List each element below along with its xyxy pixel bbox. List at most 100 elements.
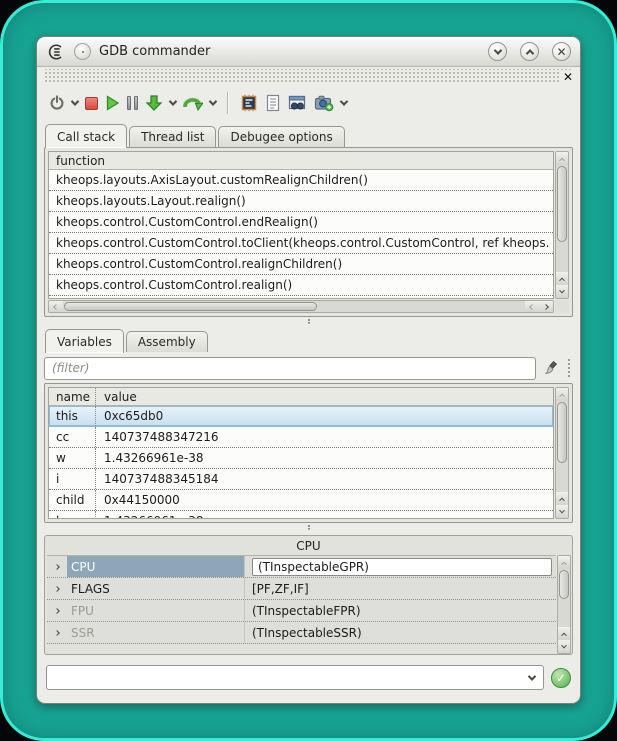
chevron-down-icon xyxy=(559,287,565,293)
register-value-editor[interactable]: (TInspectableGPR) xyxy=(252,558,552,576)
cpu-groupbox: CPU CPU (TInspectableGPR) FLAGS [PF,ZF,I… xyxy=(44,535,573,655)
cpu-group-title: CPU xyxy=(45,536,572,555)
callstack-row[interactable]: kheops.control.CustomControl.realign() xyxy=(49,275,553,296)
inspect-icon xyxy=(314,94,334,112)
run-button[interactable] xyxy=(105,91,120,115)
stop-button[interactable] xyxy=(85,91,98,115)
dock-drag-handle[interactable]: ✕ xyxy=(44,69,573,84)
titlebar[interactable]: GDB commander ✕ xyxy=(37,37,580,67)
scroll-up-button[interactable] xyxy=(556,272,568,285)
stop-icon xyxy=(85,97,98,110)
variables-table[interactable]: name value this 0xc65db0 cc 140737488347… xyxy=(48,387,554,519)
disassembly-button[interactable] xyxy=(265,91,281,115)
horizontal-splitter[interactable] xyxy=(37,523,580,532)
clear-filter-button[interactable] xyxy=(541,357,563,379)
cpu-tree-row[interactable]: CPU (TInspectableGPR) xyxy=(47,556,556,578)
filter-input[interactable] xyxy=(44,357,536,380)
callstack-horizontal-scrollbar[interactable] xyxy=(48,300,554,313)
cpu-tree-row[interactable]: FLAGS [PF,ZF,IF] xyxy=(47,578,556,600)
callstack-list[interactable]: function kheops.layouts.AxisLayout.custo… xyxy=(48,151,554,299)
scroll-left-button[interactable] xyxy=(525,301,539,312)
variables-vertical-scrollbar[interactable] xyxy=(555,387,569,519)
callstack-vertical-scrollbar[interactable] xyxy=(555,151,569,299)
cpu-tree-row[interactable]: SSR (TInspectableSSR) xyxy=(47,622,556,644)
column-header-name[interactable]: name xyxy=(49,388,96,405)
variable-row[interactable]: h 1.43266961e-38 xyxy=(49,511,553,519)
variable-row[interactable]: this 0xc65db0 xyxy=(49,406,553,427)
chevron-up-icon xyxy=(561,561,567,567)
callstack-row[interactable]: kheops.control.CustomControl.endRealign(… xyxy=(49,212,553,233)
command-combobox[interactable] xyxy=(46,665,544,690)
cpu-tree-row[interactable]: FPU (TInspectableFPR) xyxy=(47,600,556,622)
callstack-row[interactable]: kheops.control.CustomControl.toClient(kh… xyxy=(49,233,553,254)
scroll-up-button[interactable] xyxy=(556,388,568,401)
power-button[interactable] xyxy=(49,91,65,115)
scrollbar-thumb[interactable] xyxy=(64,302,317,311)
watches-button[interactable] xyxy=(288,91,307,115)
chevron-down-icon xyxy=(528,672,536,680)
scrollbar-thumb[interactable] xyxy=(559,570,569,599)
app-logo-icon xyxy=(46,42,66,62)
scroll-down-button[interactable] xyxy=(556,285,568,298)
chevron-up-icon xyxy=(559,277,565,283)
step-over-dropdown-button[interactable] xyxy=(210,91,216,115)
variable-row[interactable]: w 1.43266961e-38 xyxy=(49,448,553,469)
expand-button[interactable] xyxy=(47,622,67,643)
scrollbar-thumb[interactable] xyxy=(557,402,567,463)
debugger-tabbar: Call stack Thread list Debugee options xyxy=(37,121,580,147)
scroll-down-button[interactable] xyxy=(556,505,568,518)
callstack-panel: function kheops.layouts.AxisLayout.custo… xyxy=(44,147,573,317)
callstack-column-header[interactable]: function xyxy=(49,152,553,170)
step-over-button[interactable] xyxy=(183,91,203,115)
scroll-up-button[interactable] xyxy=(556,492,568,505)
step-into-dropdown-button[interactable] xyxy=(170,91,176,115)
expand-button[interactable] xyxy=(47,578,67,599)
tab-thread-list[interactable]: Thread list xyxy=(129,126,216,147)
scroll-down-button[interactable] xyxy=(558,640,570,653)
tab-assembly[interactable]: Assembly xyxy=(126,331,208,352)
variable-row[interactable]: cc 140737488347216 xyxy=(49,427,553,448)
close-button[interactable]: ✕ xyxy=(552,42,571,61)
chevron-down-icon xyxy=(169,97,177,105)
gdb-commander-window: GDB commander ✕ ✕ xyxy=(36,36,581,704)
scrollbar-thumb[interactable] xyxy=(557,166,567,242)
callstack-row[interactable]: kheops.layouts.Layout.realign() xyxy=(49,191,553,212)
scroll-up-button[interactable] xyxy=(558,627,570,640)
scroll-right-button[interactable] xyxy=(539,301,553,312)
variable-row[interactable]: child 0x44150000 xyxy=(49,490,553,511)
roll-down-button[interactable] xyxy=(488,42,507,61)
step-into-button[interactable] xyxy=(145,91,163,115)
inspect-dropdown-button[interactable] xyxy=(341,91,347,115)
inspect-button[interactable] xyxy=(314,91,334,115)
roll-up-button[interactable] xyxy=(520,42,539,61)
scroll-up-button[interactable] xyxy=(556,152,568,165)
dock-close-button[interactable]: ✕ xyxy=(559,71,573,83)
execute-button[interactable]: ✓ xyxy=(551,668,571,688)
tab-debugee-options[interactable]: Debugee options xyxy=(218,126,344,147)
inspect-tabbar: Variables Assembly xyxy=(37,326,580,352)
brush-icon xyxy=(543,359,561,377)
tab-variables[interactable]: Variables xyxy=(45,329,124,353)
window-options-button[interactable] xyxy=(74,43,91,60)
scroll-up-button[interactable] xyxy=(558,556,570,569)
chevron-right-icon xyxy=(54,586,60,592)
chevron-right-icon xyxy=(54,608,60,614)
scroll-left-button[interactable] xyxy=(49,301,63,312)
callstack-row[interactable]: kheops.control.CustomControl.realignChil… xyxy=(49,254,553,275)
column-header-value[interactable]: value xyxy=(96,390,137,404)
chevron-up-icon xyxy=(559,497,565,503)
cpu-registers-button[interactable] xyxy=(240,91,258,115)
variables-header-row[interactable]: name value xyxy=(49,388,553,406)
expand-button[interactable] xyxy=(47,600,67,621)
tab-call-stack[interactable]: Call stack xyxy=(45,124,127,148)
check-icon: ✓ xyxy=(556,672,566,684)
cpu-register-tree[interactable]: CPU (TInspectableGPR) FLAGS [PF,ZF,IF] F… xyxy=(47,555,556,654)
variable-row[interactable]: i 140737488345184 xyxy=(49,469,553,490)
pause-button[interactable] xyxy=(127,91,138,115)
power-dropdown-button[interactable] xyxy=(72,91,78,115)
expand-button[interactable] xyxy=(47,556,67,577)
horizontal-splitter[interactable] xyxy=(37,317,580,326)
chevron-down-icon xyxy=(561,642,567,648)
callstack-row[interactable]: kheops.layouts.AxisLayout.customRealignC… xyxy=(49,170,553,191)
cpu-vertical-scrollbar[interactable] xyxy=(557,555,571,654)
